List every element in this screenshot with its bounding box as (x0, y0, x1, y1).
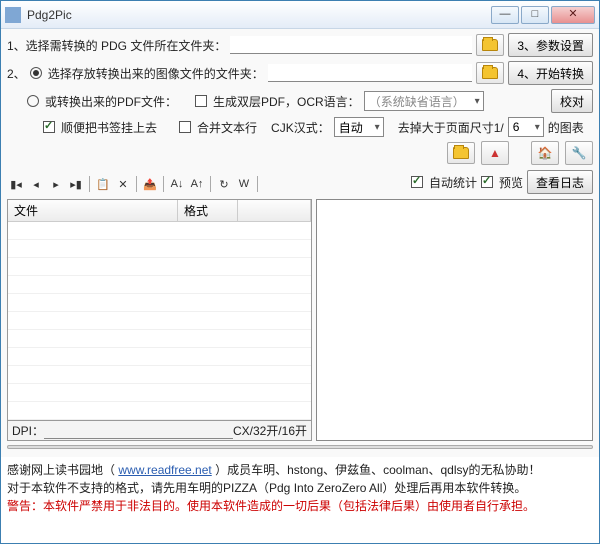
remove-label: 去掉大于页面尺寸1/ (398, 119, 504, 136)
tool-icon-1[interactable]: 🏠 (531, 141, 559, 165)
pdf-icon-button[interactable]: ▲ (481, 141, 509, 165)
cjk-select[interactable]: 自动 (334, 117, 384, 137)
preview-checkbox[interactable] (481, 176, 493, 188)
footer-warning: 警告：本软件严禁用于非法目的。使用本软件造成的一切后果（包括法律后果）由使用者自… (7, 497, 593, 515)
last-button[interactable]: ▸▮ (67, 175, 85, 193)
next-button[interactable]: ▸ (47, 175, 65, 193)
footer-text-1a: 感谢网上读书园地（ (7, 463, 115, 477)
copy-button[interactable]: 📋 (94, 175, 112, 193)
footer-link[interactable]: www.readfree.net (118, 463, 211, 477)
dpi-label: DPI： (12, 422, 44, 439)
house-icon: 🏠 (538, 146, 553, 160)
ocr-lang-select[interactable]: （系统缺省语言） (364, 91, 484, 111)
folder-icon (482, 67, 498, 79)
refresh-button[interactable]: ↻ (215, 175, 233, 193)
titlebar: Pdg2Pic — □ ✕ (1, 1, 599, 29)
minimize-button[interactable]: — (491, 6, 519, 24)
autostats-label: 自动统计 (429, 174, 477, 191)
maximize-button[interactable]: □ (521, 6, 549, 24)
prev-button[interactable]: ◂ (27, 175, 45, 193)
browse-button-3[interactable] (447, 142, 475, 164)
browse-source-button[interactable] (476, 34, 504, 56)
cjk-value: 自动 (339, 119, 363, 136)
dual-pdf-checkbox[interactable] (195, 95, 207, 107)
dual-pdf-label: 生成双层PDF，OCR语言： (213, 93, 360, 110)
sort-asc-button[interactable]: A↓ (168, 175, 186, 193)
preview-label: 预览 (499, 174, 523, 191)
tool-icon-2[interactable]: 🔧 (565, 141, 593, 165)
close-button[interactable]: ✕ (551, 6, 595, 24)
col-spacer (238, 200, 311, 221)
app-icon (5, 7, 21, 23)
output-folder-input[interactable] (268, 64, 473, 82)
autostats-checkbox[interactable] (411, 176, 423, 188)
table-body[interactable] (8, 222, 311, 421)
pdf-icon: ▲ (489, 146, 501, 160)
col-format-header[interactable]: 格式 (178, 200, 238, 221)
col-file-header[interactable]: 文件 (8, 200, 178, 221)
start-convert-button[interactable]: 4、开始转换 (508, 61, 593, 85)
merge-text-checkbox[interactable] (179, 121, 191, 133)
step2-label: 2、 (7, 65, 26, 82)
pdf-radio-label: 或转换出来的PDF文件： (45, 93, 177, 110)
output-pdf-radio[interactable] (27, 95, 39, 107)
output-folder-radio[interactable] (30, 67, 42, 79)
progress-slider[interactable] (7, 445, 593, 449)
verify-button[interactable]: 校对 (551, 89, 593, 113)
folder-icon (453, 147, 469, 159)
params-button[interactable]: 3、参数设置 (508, 33, 593, 57)
sort-desc-button[interactable]: A↑ (188, 175, 206, 193)
step1-label: 1、选择需转换的 PDG 文件所在文件夹： (7, 37, 226, 54)
remove-suffix: 的图表 (548, 119, 584, 136)
text-button[interactable]: W (235, 175, 253, 193)
cjk-label: CJK汉式： (271, 119, 330, 136)
bookmark-checkbox[interactable] (43, 121, 55, 133)
merge-text-label: 合并文本行 (197, 119, 257, 136)
wrench-icon: 🔧 (572, 146, 587, 160)
first-button[interactable]: ▮◂ (7, 175, 25, 193)
preview-pane (316, 199, 593, 441)
footer-text-2: 对于本软件不支持的格式，请先用车明的PIZZA（Pdg Into ZeroZer… (7, 479, 593, 497)
view-log-button[interactable]: 查看日志 (527, 170, 593, 194)
footer-text-1b: ）成员车明、hstong、伊兹鱼、coolman、qdlsy的无私协助！ (215, 463, 540, 477)
footer: 感谢网上读书园地（ www.readfree.net ）成员车明、hstong、… (1, 457, 599, 519)
browse-output-button[interactable] (476, 62, 504, 84)
dpi-input[interactable] (44, 423, 233, 439)
window-title: Pdg2Pic (27, 8, 491, 22)
folder-icon (482, 39, 498, 51)
delete-button[interactable]: ✕ (114, 175, 132, 193)
nav-toolbar: ▮◂ ◂ ▸ ▸▮ 📋 ✕ 📤 A↓ A↑ ↻ W (7, 173, 260, 195)
source-folder-input[interactable] (230, 36, 472, 54)
dpi-suffix: CX/32开/16开 (233, 422, 307, 439)
remove-value: 6 (513, 120, 520, 134)
export-button[interactable]: 📤 (141, 175, 159, 193)
file-table[interactable]: 文件 格式 (7, 199, 312, 421)
remove-fraction-select[interactable]: 6 (508, 117, 544, 137)
ocr-lang-value: （系统缺省语言） (369, 93, 465, 110)
step2-radio-label: 选择存放转换出来的图像文件的文件夹： (48, 65, 264, 82)
bookmark-label: 顺便把书签挂上去 (61, 119, 157, 136)
